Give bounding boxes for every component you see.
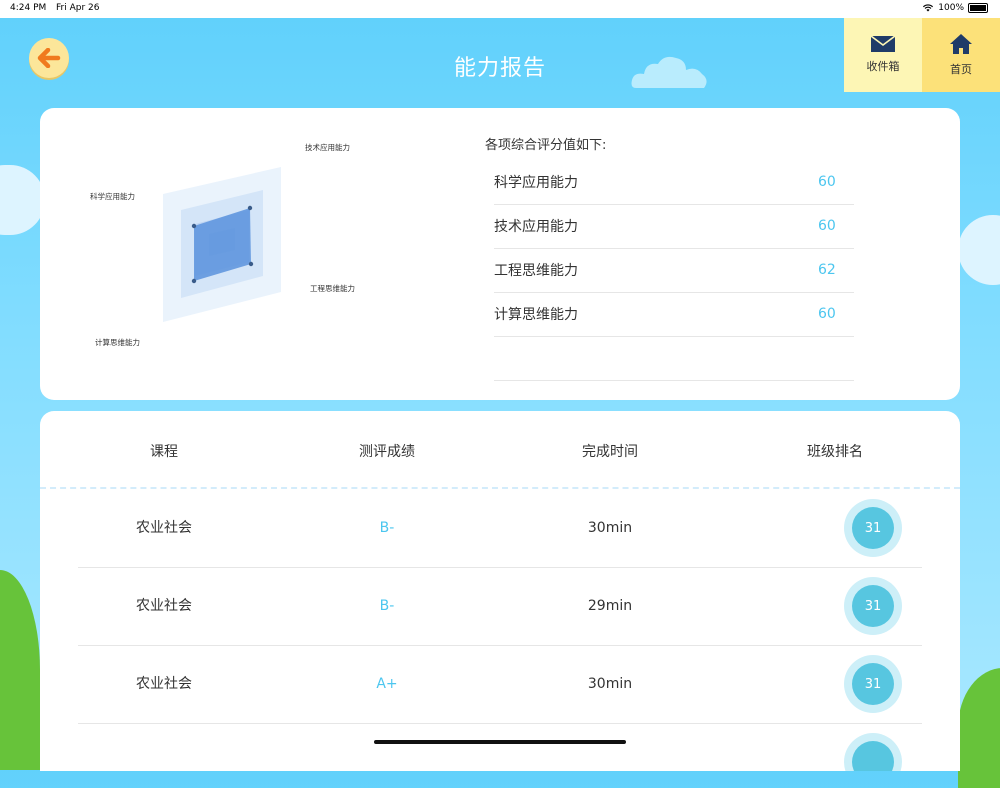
home-label: 首页 [950,63,972,76]
radar-label-science: 科学应用能力 [90,192,135,201]
radar-point-science [191,223,197,229]
score-row: 科学应用能力 60 [494,160,854,205]
score-name: 工程思维能力 [494,263,578,279]
score-value: 60 [818,306,836,322]
grade-cell: A+ [376,676,398,692]
score-value: 62 [818,262,836,278]
inbox-label: 收件箱 [866,60,900,73]
ability-summary-card: 技术应用能力 科学应用能力 工程思维能力 计算思维能力 各项综合评分值如下: 科… [40,108,960,400]
score-row-empty [494,336,854,381]
decor-cloud-left [0,165,45,235]
column-header-time: 完成时间 [582,444,638,460]
score-value: 60 [818,218,836,234]
battery-icon [968,3,988,13]
scores-heading: 各项综合评分值如下: [485,138,607,153]
course-cell: 农业社会 [136,520,192,536]
home-button[interactable]: 首页 [922,18,1000,92]
status-time: 4:24 PM [10,3,47,13]
rank-badge: 31 [844,655,902,713]
rank-value [852,741,894,771]
status-date: Fri Apr 26 [56,3,100,13]
score-name: 计算思维能力 [494,307,578,323]
score-name: 技术应用能力 [494,219,578,235]
rank-badge: 31 [844,577,902,635]
table-row[interactable] [78,723,922,771]
time-cell: 30min [587,520,633,536]
radar-point-engineering [248,261,254,267]
table-row[interactable]: 农业社会 B- 30min 31 [78,489,922,568]
course-cell: 农业社会 [136,676,192,692]
course-cell: 农业社会 [136,598,192,614]
decor-cloud-right [958,215,1000,285]
home-icon [950,34,972,54]
score-value: 60 [818,174,836,190]
battery-percent: 100% [938,3,964,13]
radar-chart-graphic [163,167,281,322]
rank-badge [844,733,902,771]
rank-value: 31 [852,585,894,627]
grade-cell: B- [379,520,395,536]
radar-point-computing [191,278,197,284]
radar-label-tech: 技术应用能力 [305,143,350,152]
column-header-grade: 测评成绩 [359,444,415,460]
status-bar: 4:24 PM Fri Apr 26 100% [0,0,1000,18]
rank-value: 31 [852,507,894,549]
score-name: 科学应用能力 [494,175,578,191]
home-indicator[interactable] [374,740,626,744]
radar-label-engineering: 工程思维能力 [310,284,355,293]
rank-value: 31 [852,663,894,705]
score-row: 工程思维能力 62 [494,248,854,293]
course-table-card: 课程 测评成绩 完成时间 班级排名 农业社会 B- 30min 31 农业社会 … [40,411,960,771]
table-row[interactable]: 农业社会 B- 29min 31 [78,567,922,646]
time-cell: 29min [587,598,633,614]
cloud-icon [631,56,707,88]
wifi-icon [923,4,934,12]
radar-point-tech [247,205,253,211]
time-cell: 30min [587,676,633,692]
rank-badge: 31 [844,499,902,557]
radar-label-computing: 计算思维能力 [95,338,140,347]
radar-chart: 技术应用能力 科学应用能力 工程思维能力 计算思维能力 [80,128,400,388]
envelope-icon [871,36,895,52]
table-row[interactable]: 农业社会 A+ 30min 31 [78,645,922,724]
score-row: 技术应用能力 60 [494,204,854,249]
decor-hill-left [0,570,40,770]
column-header-course: 课程 [150,444,178,460]
grade-cell: B- [379,598,395,614]
inbox-button[interactable]: 收件箱 [844,18,922,92]
score-row: 计算思维能力 60 [494,292,854,337]
column-header-rank: 班级排名 [807,444,863,460]
decor-hill-right [958,668,1000,788]
